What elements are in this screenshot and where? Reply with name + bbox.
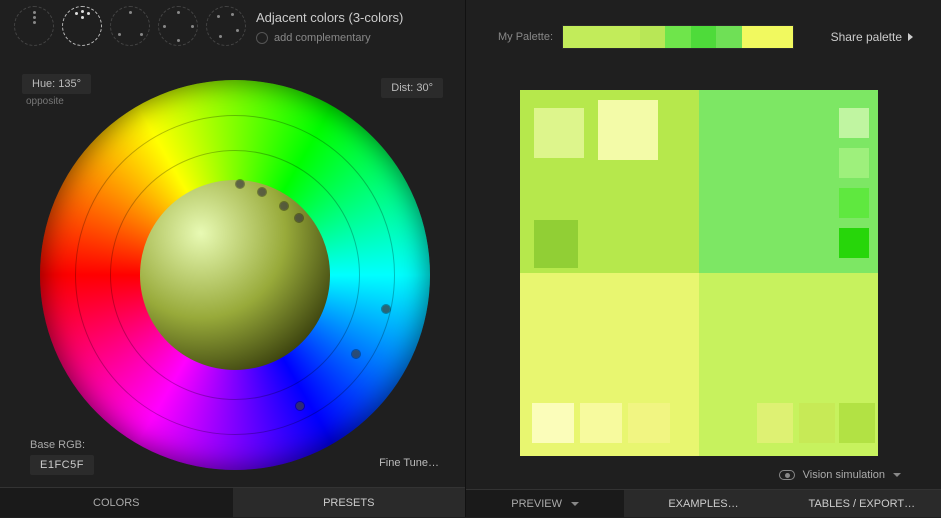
left-panel: Adjacent colors (3-colors) add complemen… xyxy=(0,0,465,517)
base-rgb-label: Base RGB: xyxy=(30,439,94,451)
fine-tune-link[interactable]: Fine Tune… xyxy=(379,457,439,469)
scheme-row: Adjacent colors (3-colors) add complemen… xyxy=(0,0,465,58)
scheme-title: Adjacent colors (3-colors) xyxy=(256,10,403,26)
preview-swatch xyxy=(839,228,869,258)
add-complementary-option[interactable]: add complementary xyxy=(256,30,403,46)
scheme-triad-icon[interactable] xyxy=(110,6,150,46)
preview-swatch xyxy=(839,148,869,178)
palette-strip[interactable] xyxy=(563,26,793,48)
preview-swatch xyxy=(628,403,670,443)
palette-swatch[interactable] xyxy=(589,26,615,48)
tab-preview-label: PREVIEW xyxy=(511,498,562,510)
palette-top-row: My Palette: Share palette xyxy=(466,0,941,58)
preview-quad-1 xyxy=(520,90,699,273)
palette-swatch[interactable] xyxy=(665,26,691,48)
preview-swatch xyxy=(598,100,658,160)
palette-swatch[interactable] xyxy=(563,26,589,48)
right-panel: My Palette: Share palette Vision simulat… xyxy=(465,0,941,517)
preview-board xyxy=(520,90,878,456)
preview-swatch xyxy=(532,403,574,443)
preview-swatch xyxy=(757,403,793,443)
radio-empty-icon xyxy=(256,32,268,44)
chevron-right-icon xyxy=(908,33,913,41)
scheme-label: Adjacent colors (3-colors) add complemen… xyxy=(256,6,403,46)
palette-swatch[interactable] xyxy=(768,26,794,48)
palette-swatch[interactable] xyxy=(716,26,742,48)
scheme-tetrad-icon[interactable] xyxy=(158,6,198,46)
vision-label: Vision simulation xyxy=(803,469,885,481)
tab-colors[interactable]: COLORS xyxy=(0,487,233,517)
preview-swatch xyxy=(799,403,835,443)
preview-swatch xyxy=(839,403,875,443)
vision-simulation-menu[interactable]: Vision simulation xyxy=(779,469,901,481)
preview-quad-3 xyxy=(520,273,699,456)
tab-presets[interactable]: PRESETS xyxy=(233,487,466,517)
chevron-down-icon xyxy=(571,502,579,506)
right-bottom-tabs: PREVIEW EXAMPLES… TABLES / EXPORT… xyxy=(466,489,941,517)
scheme-freestyle-icon[interactable] xyxy=(206,6,246,46)
share-palette-link[interactable]: Share palette xyxy=(831,30,913,44)
my-palette-label: My Palette: xyxy=(498,31,553,43)
left-bottom-tabs: COLORS PRESETS xyxy=(0,487,465,517)
preview-swatch xyxy=(534,108,584,158)
tab-tables-export[interactable]: TABLES / EXPORT… xyxy=(783,489,941,517)
preview-swatch xyxy=(534,220,578,268)
add-complementary-label: add complementary xyxy=(274,30,371,46)
color-wheel[interactable] xyxy=(40,80,430,470)
palette-swatch[interactable] xyxy=(691,26,717,48)
share-palette-label: Share palette xyxy=(831,30,902,44)
palette-swatch[interactable] xyxy=(742,26,768,48)
base-rgb-value[interactable]: E1FC5F xyxy=(30,455,94,475)
scheme-monochrome-icon[interactable] xyxy=(14,6,54,46)
palette-swatch[interactable] xyxy=(614,26,640,48)
palette-swatch[interactable] xyxy=(640,26,666,48)
base-rgb: Base RGB: E1FC5F xyxy=(30,439,94,471)
scheme-adjacent-icon[interactable] xyxy=(62,6,102,46)
chevron-down-icon xyxy=(893,473,901,477)
eye-icon xyxy=(779,470,795,480)
preview-quad-4 xyxy=(699,273,878,456)
wheel-center xyxy=(140,180,330,370)
preview-swatch xyxy=(839,188,869,218)
preview-swatch xyxy=(839,108,869,138)
preview-swatch xyxy=(580,403,622,443)
preview-quad-2 xyxy=(699,90,878,273)
tab-preview[interactable]: PREVIEW xyxy=(466,489,624,517)
scheme-icons xyxy=(14,6,246,46)
tab-examples[interactable]: EXAMPLES… xyxy=(624,489,782,517)
